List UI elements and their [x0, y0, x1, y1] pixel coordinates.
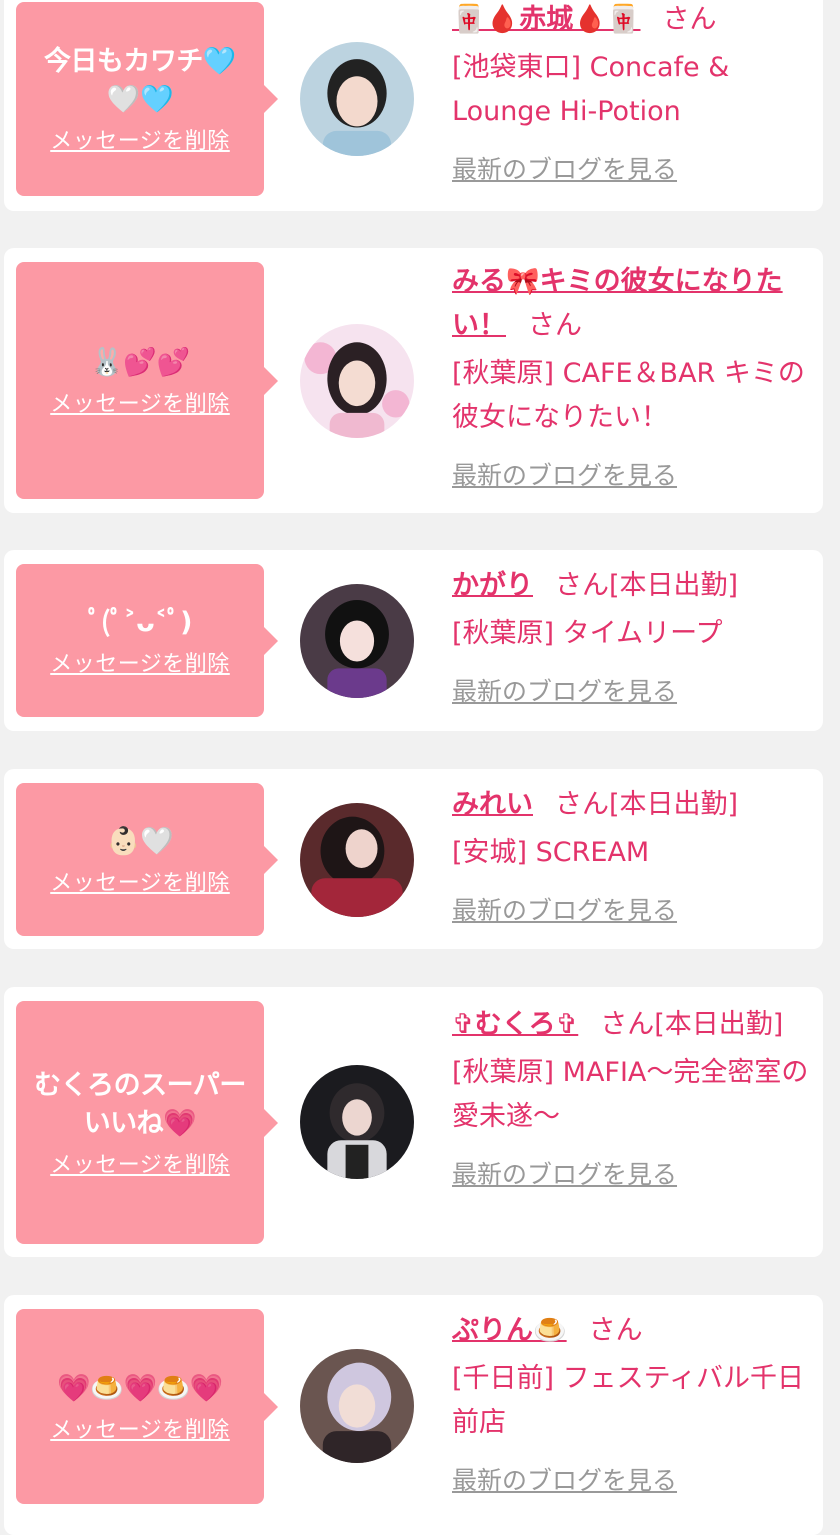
status-badge: [本日出勤] — [609, 789, 739, 820]
shop-name: [池袋東口] Concafe & Lounge Hi-Potion — [452, 52, 730, 127]
message-bubble: 👶🏻🤍 メッセージを削除 — [16, 783, 278, 936]
shop-name: [安城] SCREAM — [452, 837, 650, 868]
avatar[interactable] — [300, 1065, 414, 1179]
cast-name-link[interactable]: みれい — [452, 789, 533, 820]
avatar[interactable] — [300, 42, 414, 156]
latest-blog-link[interactable]: 最新のブログを見る — [452, 454, 677, 498]
honorific: さん — [555, 789, 609, 820]
avatar-photo — [300, 324, 414, 438]
delete-message-link[interactable]: メッセージを削除 — [50, 123, 230, 155]
cast-info: ✞むくろ✞ さん[本日出勤] [秋葉原] MAFIA〜完全密室の愛未遂〜 最新のブ… — [452, 1003, 811, 1197]
delete-message-link[interactable]: メッセージを削除 — [50, 1147, 230, 1179]
cast-info: ぷりん🍮 さん [千日前] フェスティバル千日前店 最新のブログを見る — [452, 1309, 811, 1503]
cast-info: みれい さん[本日出勤] [安城] SCREAM 最新のブログを見る — [452, 783, 811, 933]
honorific: さん — [662, 4, 717, 35]
cast-name-link[interactable]: みる🎀キミの彼女になりたい！ — [452, 266, 783, 341]
message-text: 🐰💕💕 — [90, 346, 190, 378]
shop-name: [秋葉原] MAFIA〜完全密室の愛未遂〜 — [452, 1057, 809, 1132]
honorific: さん — [555, 570, 609, 601]
cast-name-link[interactable]: 🀄🩸赤城🩸🀄 — [452, 4, 640, 35]
message-text: ﾟ(ﾟ˃ᴗ˂ﾟ) — [87, 606, 193, 638]
honorific: さん — [600, 1009, 655, 1040]
message-card: ﾟ(ﾟ˃ᴗ˂ﾟ) メッセージを削除 かがり さん[本日出勤] [秋葉原] タイムリ… — [4, 550, 823, 731]
message-text: 👶🏻🤍 — [106, 825, 174, 857]
message-text: むくろのスーパーいいね💗 — [34, 1069, 246, 1139]
latest-blog-link[interactable]: 最新のブログを見る — [452, 1153, 677, 1197]
status-badge: [本日出勤] — [609, 570, 739, 601]
honorific: さん — [528, 310, 582, 341]
avatar[interactable] — [300, 803, 414, 917]
delete-message-link[interactable]: メッセージを削除 — [50, 865, 230, 897]
shop-name: [秋葉原] タイムリープ — [452, 618, 723, 649]
avatar-photo — [300, 1349, 414, 1463]
message-card: 今日もカワチ🩵🤍🩵 メッセージを削除 🀄🩸赤城🩸🀄 さん [池袋東口] Conca… — [4, 0, 823, 211]
cast-info: みる🎀キミの彼女になりたい！ さん [秋葉原] CAFE＆BAR キミの彼女になり… — [452, 260, 811, 498]
message-text: 💗🍮💗🍮💗 — [57, 1372, 223, 1404]
message-bubble: 今日もカワチ🩵🤍🩵 メッセージを削除 — [16, 2, 278, 196]
cast-name-link[interactable]: ぷりん🍮 — [452, 1315, 567, 1346]
shop-name: [千日前] フェスティバル千日前店 — [452, 1363, 805, 1438]
avatar[interactable] — [300, 324, 414, 438]
avatar-photo — [300, 1065, 414, 1179]
avatar[interactable] — [300, 584, 414, 698]
delete-message-link[interactable]: メッセージを削除 — [50, 1412, 230, 1444]
cast-name-link[interactable]: かがり — [452, 570, 533, 601]
message-card: 👶🏻🤍 メッセージを削除 みれい さん[本日出勤] [安城] SCREAM 最新の… — [4, 769, 823, 949]
cast-info: 🀄🩸赤城🩸🀄 さん [池袋東口] Concafe & Lounge Hi-Poti… — [452, 0, 811, 192]
message-card: むくろのスーパーいいね💗 メッセージを削除 ✞むくろ✞ さん[本日出勤] [秋葉原… — [4, 987, 823, 1257]
avatar-photo — [300, 584, 414, 698]
message-bubble: むくろのスーパーいいね💗 メッセージを削除 — [16, 1001, 278, 1244]
delete-message-link[interactable]: メッセージを削除 — [50, 646, 230, 678]
avatar-photo — [300, 42, 414, 156]
message-bubble: 🐰💕💕 メッセージを削除 — [16, 262, 278, 499]
shop-name: [秋葉原] CAFE＆BAR キミの彼女になりたい！ — [452, 358, 805, 433]
delete-message-link[interactable]: メッセージを削除 — [50, 386, 230, 418]
latest-blog-link[interactable]: 最新のブログを見る — [452, 148, 677, 192]
avatar[interactable] — [300, 1349, 414, 1463]
message-bubble: 💗🍮💗🍮💗 メッセージを削除 — [16, 1309, 278, 1504]
latest-blog-link[interactable]: 最新のブログを見る — [452, 670, 677, 714]
cast-info: かがり さん[本日出勤] [秋葉原] タイムリープ 最新のブログを見る — [452, 564, 811, 714]
message-card: 🐰💕💕 メッセージを削除 みる🎀キミの彼女になりたい！ さん [秋葉原] CAFE… — [4, 248, 823, 513]
status-badge: [本日出勤] — [654, 1009, 784, 1040]
cast-name-link[interactable]: ✞むくろ✞ — [452, 1009, 578, 1040]
latest-blog-link[interactable]: 最新のブログを見る — [452, 889, 677, 933]
avatar-photo — [300, 803, 414, 917]
message-bubble: ﾟ(ﾟ˃ᴗ˂ﾟ) メッセージを削除 — [16, 564, 278, 717]
message-card: 💗🍮💗🍮💗 メッセージを削除 ぷりん🍮 さん [千日前] フェスティバル千日前店 … — [4, 1295, 823, 1535]
message-text: 今日もカワチ🩵🤍🩵 — [43, 46, 237, 115]
latest-blog-link[interactable]: 最新のブログを見る — [452, 1459, 677, 1503]
honorific: さん — [588, 1315, 643, 1346]
